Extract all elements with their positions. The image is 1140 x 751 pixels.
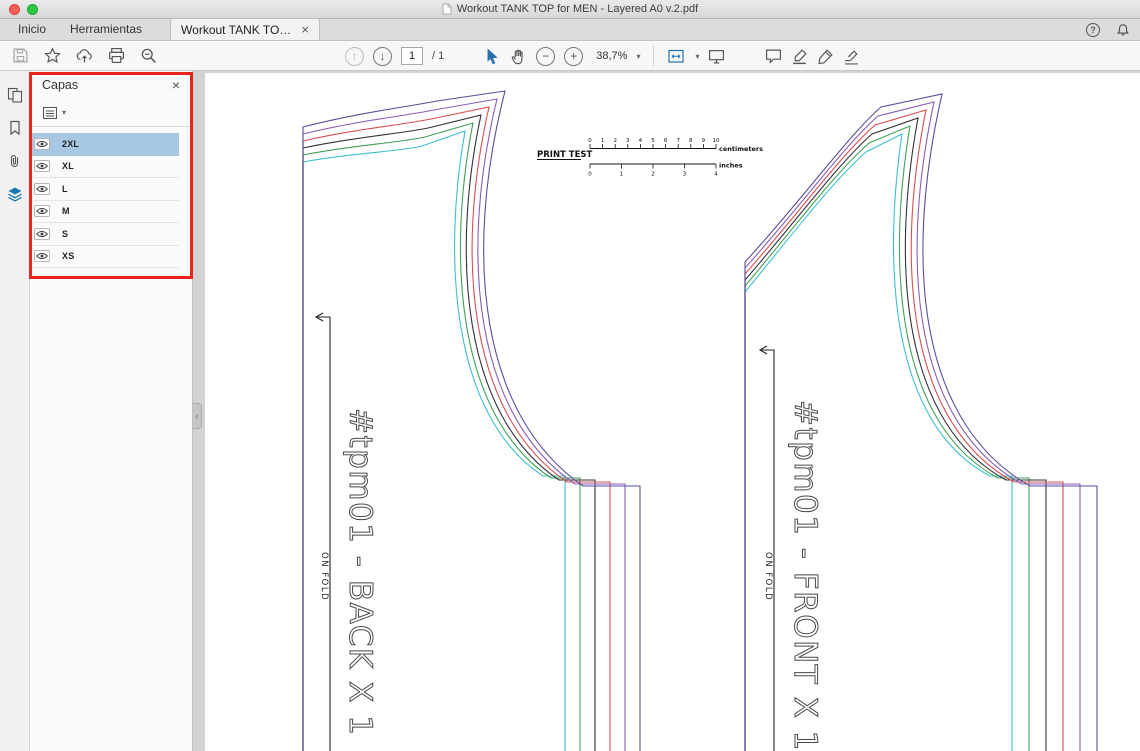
zoom-out-button[interactable]: −: [536, 46, 556, 66]
back-piece-label: #tpm01 - BACK X 1: [342, 408, 378, 736]
macos-titlebar: Workout TANK TOP for MEN - Layered A0 v.…: [0, 0, 1140, 19]
layer-visibility-toggle[interactable]: [34, 182, 50, 195]
svg-text:9: 9: [702, 138, 706, 144]
svg-text:1: 1: [620, 172, 624, 178]
layers-button[interactable]: [7, 186, 23, 202]
inches-label: inches: [719, 162, 743, 170]
tab-document-label: Workout TANK TO…: [181, 22, 292, 37]
svg-text:5: 5: [651, 138, 655, 144]
pdf-render: ON FOLD ON FOLD #tpm01 - BACK X 1 #tpm01…: [205, 73, 1140, 751]
svg-text:3: 3: [683, 172, 687, 178]
layer-row[interactable]: XL: [30, 156, 179, 178]
print-test-label: PRINT TEST: [537, 150, 593, 160]
svg-text:3: 3: [626, 138, 630, 144]
layers-panel: Capas × ▾ 2XL XL L M S XS: [30, 71, 193, 751]
svg-text:4: 4: [639, 138, 643, 144]
full-screen-mode-button[interactable]: [708, 48, 725, 65]
layer-visibility-toggle[interactable]: [34, 227, 50, 240]
zoom-level-value[interactable]: 38,7%: [596, 50, 627, 62]
layer-name: XS: [62, 251, 75, 262]
page-down-button[interactable]: ↓: [373, 46, 392, 66]
navigation-icon-bar: [0, 71, 30, 751]
svg-text:10: 10: [713, 138, 720, 144]
tab-herramientas[interactable]: Herramientas: [58, 19, 154, 40]
panel-collapse-handle[interactable]: ‹: [193, 403, 202, 429]
layer-visibility-toggle[interactable]: [34, 137, 50, 150]
eye-icon: [36, 230, 48, 237]
pdf-file-icon: [442, 3, 452, 15]
zoom-search-button[interactable]: [140, 47, 157, 64]
layer-visibility-toggle[interactable]: [34, 250, 50, 263]
svg-text:2: 2: [651, 172, 655, 178]
page-number-input[interactable]: [401, 47, 423, 65]
close-window-button[interactable]: [9, 4, 20, 15]
layer-row[interactable]: 2XL: [30, 133, 179, 156]
eye-icon: [36, 185, 48, 192]
layer-row[interactable]: M: [30, 201, 179, 223]
svg-text:0: 0: [588, 138, 592, 144]
page-up-button[interactable]: ↑: [345, 46, 364, 66]
chevron-down-icon[interactable]: ▾: [62, 108, 66, 117]
close-panel-icon[interactable]: ×: [172, 77, 180, 93]
cloud-upload-button[interactable]: [76, 47, 93, 64]
close-tab-icon[interactable]: ×: [301, 23, 309, 36]
page-count-label: / 1: [432, 50, 445, 62]
layer-row[interactable]: XS: [30, 246, 179, 268]
svg-text:0: 0: [588, 172, 592, 178]
layer-row[interactable]: S: [30, 223, 179, 246]
notifications-bell-icon[interactable]: [1116, 23, 1130, 37]
on-fold-label-front: ON FOLD: [763, 552, 773, 601]
svg-text:4: 4: [714, 172, 718, 178]
fullscreen-window-button[interactable]: [27, 4, 38, 15]
bookmarks-button[interactable]: [7, 120, 23, 136]
eye-icon: [36, 208, 48, 215]
comment-tool-button[interactable]: [765, 48, 782, 65]
page-thumbnails-button[interactable]: [7, 87, 23, 103]
layer-name: L: [62, 183, 68, 194]
hand-tool-button[interactable]: [510, 48, 527, 65]
layer-row[interactable]: L: [30, 178, 179, 201]
window-title-area: Workout TANK TOP for MEN - Layered A0 v.…: [442, 3, 698, 15]
layer-name: XL: [62, 161, 74, 172]
centimeters-label: centimeters: [719, 145, 763, 153]
eye-icon: [36, 140, 48, 147]
chevron-down-icon[interactable]: ▾: [695, 52, 699, 61]
attachments-button[interactable]: [7, 153, 23, 169]
fill-sign-tool-button[interactable]: [843, 48, 860, 65]
fit-width-button[interactable]: [667, 48, 686, 65]
window-controls: [9, 4, 38, 15]
layer-name: 2XL: [62, 138, 80, 149]
svg-text:1: 1: [601, 138, 605, 144]
select-tool-button[interactable]: [484, 47, 501, 65]
layer-visibility-toggle[interactable]: [34, 205, 50, 218]
help-icon[interactable]: ?: [1086, 23, 1100, 37]
main-toolbar: ↑ ↓ / 1 − + 38,7% ▾ ▾: [0, 41, 1140, 71]
svg-text:7: 7: [676, 138, 680, 144]
zoom-in-button[interactable]: +: [564, 46, 584, 66]
svg-text:2: 2: [613, 138, 617, 144]
front-piece-label: #tpm01 - FRONT X 1: [787, 400, 823, 751]
save-button[interactable]: [12, 47, 29, 64]
panel-title: Capas: [42, 78, 79, 92]
print-button[interactable]: [108, 47, 125, 64]
tab-inicio[interactable]: Inicio: [6, 19, 58, 40]
svg-text:6: 6: [664, 138, 668, 144]
layers-list: 2XL XL L M S XS: [30, 127, 192, 268]
sign-tool-button[interactable]: [817, 48, 834, 65]
on-fold-label-back: ON FOLD: [319, 552, 329, 601]
layer-visibility-toggle[interactable]: [34, 160, 50, 173]
layer-options-icon[interactable]: [42, 106, 58, 120]
tab-bar: Inicio Herramientas Workout TANK TO… × ?: [0, 18, 1140, 41]
svg-text:8: 8: [689, 138, 693, 144]
window-title: Workout TANK TOP for MEN - Layered A0 v.…: [456, 3, 699, 15]
document-canvas[interactable]: ON FOLD ON FOLD #tpm01 - BACK X 1 #tpm01…: [193, 71, 1140, 751]
highlight-tool-button[interactable]: [791, 48, 808, 65]
favorites-star-button[interactable]: [44, 47, 61, 64]
layer-name: S: [62, 228, 69, 239]
layer-name: M: [62, 206, 70, 217]
tab-document[interactable]: Workout TANK TO… ×: [170, 18, 320, 40]
eye-icon: [36, 163, 48, 170]
chevron-down-icon[interactable]: ▾: [636, 52, 640, 61]
eye-icon: [36, 253, 48, 260]
